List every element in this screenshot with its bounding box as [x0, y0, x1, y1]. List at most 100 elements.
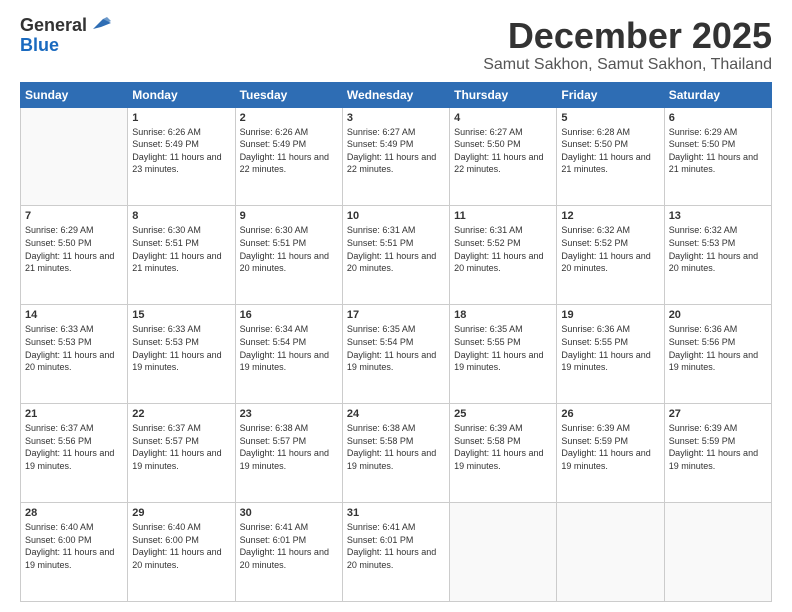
calendar-day-cell: 3 Sunrise: 6:27 AM Sunset: 5:49 PM Daylig… — [342, 107, 449, 206]
day-number: 27 — [669, 408, 767, 420]
calendar-day-cell: 4 Sunrise: 6:27 AM Sunset: 5:50 PM Daylig… — [450, 107, 557, 206]
day-info: Sunrise: 6:27 AM Sunset: 5:50 PM Dayligh… — [454, 126, 552, 176]
day-number: 28 — [25, 507, 123, 519]
day-number: 16 — [240, 309, 338, 321]
day-info: Sunrise: 6:37 AM Sunset: 5:57 PM Dayligh… — [132, 422, 230, 472]
header: General Blue December 2025 Samut Sakhon,… — [20, 16, 772, 74]
calendar-day-cell: 10 Sunrise: 6:31 AM Sunset: 5:51 PM Dayli… — [342, 206, 449, 305]
calendar-day-cell: 30 Sunrise: 6:41 AM Sunset: 6:01 PM Dayli… — [235, 503, 342, 602]
day-number: 26 — [561, 408, 659, 420]
calendar-day-cell: 21Sunrise: 6:37 AM Sunset: 5:56 PM Dayli… — [21, 404, 128, 503]
day-info: Sunrise: 6:31 AM Sunset: 5:51 PM Dayligh… — [347, 224, 445, 274]
calendar-day-cell: 22 Sunrise: 6:37 AM Sunset: 5:57 PM Dayli… — [128, 404, 235, 503]
day-number: 19 — [561, 309, 659, 321]
calendar-day-cell: 6Sunrise: 6:29 AM Sunset: 5:50 PM Daylig… — [664, 107, 771, 206]
calendar-day-cell: 27 Sunrise: 6:39 AM Sunset: 5:59 PM Dayli… — [664, 404, 771, 503]
logo-bird-icon — [89, 17, 111, 33]
calendar-week-row: 14 Sunrise: 6:33 AM Sunset: 5:53 PM Dayli… — [21, 305, 772, 404]
day-number: 1 — [132, 112, 230, 124]
title-section: December 2025 Samut Sakhon, Samut Sakhon… — [483, 16, 772, 74]
day-info: Sunrise: 6:35 AM Sunset: 5:54 PM Dayligh… — [347, 323, 445, 373]
day-number: 13 — [669, 210, 767, 222]
day-info: Sunrise: 6:34 AM Sunset: 5:54 PM Dayligh… — [240, 323, 338, 373]
day-info: Sunrise: 6:33 AM Sunset: 5:53 PM Dayligh… — [132, 323, 230, 373]
calendar-header-saturday: Saturday — [664, 82, 771, 107]
calendar-day-cell: 5 Sunrise: 6:28 AM Sunset: 5:50 PM Daylig… — [557, 107, 664, 206]
day-number: 25 — [454, 408, 552, 420]
calendar-day-cell: 2Sunrise: 6:26 AM Sunset: 5:49 PM Daylig… — [235, 107, 342, 206]
calendar-day-cell: 24Sunrise: 6:38 AM Sunset: 5:58 PM Dayli… — [342, 404, 449, 503]
day-info: Sunrise: 6:38 AM Sunset: 5:58 PM Dayligh… — [347, 422, 445, 472]
day-number: 20 — [669, 309, 767, 321]
day-info: Sunrise: 6:39 AM Sunset: 5:59 PM Dayligh… — [669, 422, 767, 472]
day-info: Sunrise: 6:39 AM Sunset: 5:59 PM Dayligh… — [561, 422, 659, 472]
day-info: Sunrise: 6:39 AM Sunset: 5:58 PM Dayligh… — [454, 422, 552, 472]
day-number: 9 — [240, 210, 338, 222]
calendar-day-cell: 13 Sunrise: 6:32 AM Sunset: 5:53 PM Dayli… — [664, 206, 771, 305]
logo-general: General — [20, 16, 87, 36]
logo-blue: Blue — [20, 36, 59, 56]
day-info: Sunrise: 6:35 AM Sunset: 5:55 PM Dayligh… — [454, 323, 552, 373]
day-number: 8 — [132, 210, 230, 222]
day-number: 30 — [240, 507, 338, 519]
day-info: Sunrise: 6:32 AM Sunset: 5:53 PM Dayligh… — [669, 224, 767, 274]
page: General Blue December 2025 Samut Sakhon,… — [0, 0, 792, 612]
day-info: Sunrise: 6:28 AM Sunset: 5:50 PM Dayligh… — [561, 126, 659, 176]
day-number: 11 — [454, 210, 552, 222]
day-info: Sunrise: 6:38 AM Sunset: 5:57 PM Dayligh… — [240, 422, 338, 472]
calendar-week-row: 28Sunrise: 6:40 AM Sunset: 6:00 PM Dayli… — [21, 503, 772, 602]
calendar-table: SundayMondayTuesdayWednesdayThursdayFrid… — [20, 82, 772, 602]
day-number: 10 — [347, 210, 445, 222]
calendar-day-cell: 19 Sunrise: 6:36 AM Sunset: 5:55 PM Dayli… — [557, 305, 664, 404]
day-number: 22 — [132, 408, 230, 420]
day-info: Sunrise: 6:41 AM Sunset: 6:01 PM Dayligh… — [347, 521, 445, 571]
day-info: Sunrise: 6:36 AM Sunset: 5:55 PM Dayligh… — [561, 323, 659, 373]
day-number: 4 — [454, 112, 552, 124]
calendar-week-row: 1 Sunrise: 6:26 AM Sunset: 5:49 PM Daylig… — [21, 107, 772, 206]
day-number: 17 — [347, 309, 445, 321]
month-title: December 2025 — [483, 16, 772, 56]
logo: General Blue — [20, 16, 111, 56]
calendar-day-cell: 11Sunrise: 6:31 AM Sunset: 5:52 PM Dayli… — [450, 206, 557, 305]
day-number: 29 — [132, 507, 230, 519]
day-number: 12 — [561, 210, 659, 222]
calendar-day-cell: 18 Sunrise: 6:35 AM Sunset: 5:55 PM Dayli… — [450, 305, 557, 404]
day-number: 14 — [25, 309, 123, 321]
calendar-day-cell: 1 Sunrise: 6:26 AM Sunset: 5:49 PM Daylig… — [128, 107, 235, 206]
day-number: 23 — [240, 408, 338, 420]
day-number: 2 — [240, 112, 338, 124]
day-info: Sunrise: 6:36 AM Sunset: 5:56 PM Dayligh… — [669, 323, 767, 373]
day-info: Sunrise: 6:27 AM Sunset: 5:49 PM Dayligh… — [347, 126, 445, 176]
calendar-header-tuesday: Tuesday — [235, 82, 342, 107]
location-subtitle: Samut Sakhon, Samut Sakhon, Thailand — [483, 56, 772, 74]
calendar-day-cell: 9 Sunrise: 6:30 AM Sunset: 5:51 PM Daylig… — [235, 206, 342, 305]
day-info: Sunrise: 6:41 AM Sunset: 6:01 PM Dayligh… — [240, 521, 338, 571]
calendar-week-row: 7 Sunrise: 6:29 AM Sunset: 5:50 PM Daylig… — [21, 206, 772, 305]
day-number: 3 — [347, 112, 445, 124]
calendar-day-cell: 12 Sunrise: 6:32 AM Sunset: 5:52 PM Dayli… — [557, 206, 664, 305]
calendar-day-cell: 16 Sunrise: 6:34 AM Sunset: 5:54 PM Dayli… — [235, 305, 342, 404]
calendar-day-cell: 7 Sunrise: 6:29 AM Sunset: 5:50 PM Daylig… — [21, 206, 128, 305]
calendar-day-cell: 31 Sunrise: 6:41 AM Sunset: 6:01 PM Dayli… — [342, 503, 449, 602]
calendar-header-sunday: Sunday — [21, 82, 128, 107]
calendar-day-cell: 23 Sunrise: 6:38 AM Sunset: 5:57 PM Dayli… — [235, 404, 342, 503]
day-number: 15 — [132, 309, 230, 321]
day-info: Sunrise: 6:29 AM Sunset: 5:50 PM Dayligh… — [25, 224, 123, 274]
day-number: 7 — [25, 210, 123, 222]
calendar-day-cell: 28Sunrise: 6:40 AM Sunset: 6:00 PM Dayli… — [21, 503, 128, 602]
empty-cell — [664, 503, 771, 602]
calendar-header-thursday: Thursday — [450, 82, 557, 107]
empty-cell — [450, 503, 557, 602]
day-info: Sunrise: 6:37 AM Sunset: 5:56 PM Dayligh… — [25, 422, 123, 472]
day-number: 18 — [454, 309, 552, 321]
day-number: 31 — [347, 507, 445, 519]
calendar-day-cell: 20 Sunrise: 6:36 AM Sunset: 5:56 PM Dayli… — [664, 305, 771, 404]
day-number: 6 — [669, 112, 767, 124]
day-info: Sunrise: 6:26 AM Sunset: 5:49 PM Dayligh… — [132, 126, 230, 176]
calendar-header-row: SundayMondayTuesdayWednesdayThursdayFrid… — [21, 82, 772, 107]
day-number: 5 — [561, 112, 659, 124]
day-info: Sunrise: 6:30 AM Sunset: 5:51 PM Dayligh… — [240, 224, 338, 274]
day-info: Sunrise: 6:32 AM Sunset: 5:52 PM Dayligh… — [561, 224, 659, 274]
calendar-day-cell: 25 Sunrise: 6:39 AM Sunset: 5:58 PM Dayli… — [450, 404, 557, 503]
calendar-header-friday: Friday — [557, 82, 664, 107]
